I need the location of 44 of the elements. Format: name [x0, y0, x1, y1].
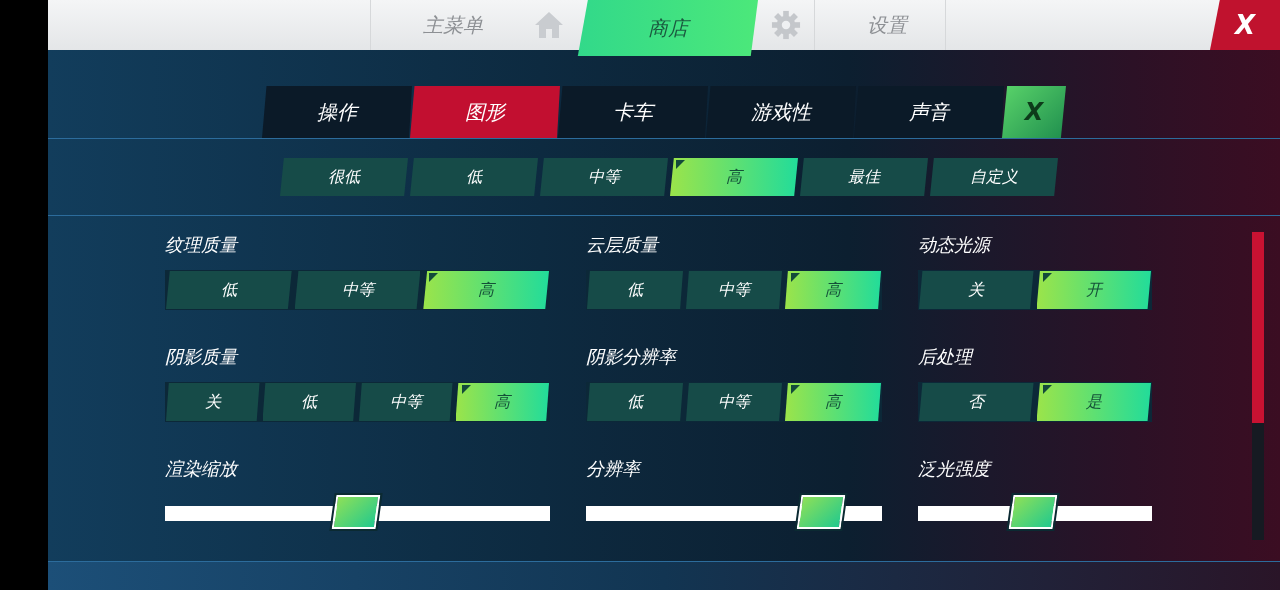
- slider-thumb[interactable]: [1008, 494, 1058, 529]
- preset-option[interactable]: 低: [410, 158, 538, 196]
- option-segment[interactable]: 是: [1036, 383, 1151, 421]
- setting-label: 阴影分辨率: [586, 345, 679, 369]
- preset-option[interactable]: 高: [670, 158, 798, 196]
- option-segment[interactable]: 低: [587, 383, 683, 421]
- preset-option[interactable]: 很低: [280, 158, 408, 196]
- category-tab[interactable]: 卡车: [558, 86, 708, 138]
- setting-label: 渲染缩放: [165, 457, 240, 481]
- category-tab[interactable]: 声音: [854, 86, 1004, 138]
- option-segment[interactable]: 中等: [686, 383, 782, 421]
- scrollbar[interactable]: [1252, 232, 1264, 540]
- option-segment[interactable]: 高: [423, 271, 549, 309]
- setting-label: 阴影质量: [165, 345, 240, 369]
- option-segment[interactable]: 否: [919, 383, 1034, 421]
- preset-option[interactable]: 中等: [540, 158, 668, 196]
- setting-label: 后处理: [918, 345, 975, 369]
- slider-thumb[interactable]: [331, 494, 380, 529]
- option-segment[interactable]: 关: [166, 383, 260, 421]
- option-segment[interactable]: 低: [587, 271, 683, 309]
- preset-option[interactable]: 自定义: [930, 158, 1058, 196]
- option-segment[interactable]: 低: [262, 383, 356, 421]
- category-tab[interactable]: 图形: [410, 86, 560, 138]
- preset-option[interactable]: 最佳: [800, 158, 928, 196]
- category-tab[interactable]: 游戏性: [706, 86, 856, 138]
- option-segment[interactable]: 中等: [359, 383, 453, 421]
- setting-label: 分辨率: [586, 457, 643, 481]
- setting-label: 云层质量: [586, 233, 661, 257]
- option-segment[interactable]: 关: [919, 271, 1034, 309]
- option-segment[interactable]: 低: [166, 271, 292, 309]
- close-button[interactable]: X: [1002, 86, 1066, 138]
- option-segment[interactable]: 高: [455, 383, 549, 421]
- setting-label: 纹理质量: [165, 233, 240, 257]
- close-button[interactable]: X: [1210, 0, 1280, 50]
- category-tab[interactable]: 操作: [262, 86, 412, 138]
- setting-label: 泛光强度: [918, 456, 1152, 482]
- slider-thumb[interactable]: [796, 494, 846, 529]
- setting-label: 动态光源: [918, 232, 1152, 258]
- option-segment[interactable]: 开: [1036, 271, 1151, 309]
- option-segment[interactable]: 高: [785, 271, 881, 309]
- option-segment[interactable]: 中等: [686, 271, 782, 309]
- option-segment[interactable]: 高: [785, 383, 881, 421]
- option-segment[interactable]: 中等: [294, 271, 421, 309]
- nav-tab[interactable]: 商店: [577, 0, 758, 56]
